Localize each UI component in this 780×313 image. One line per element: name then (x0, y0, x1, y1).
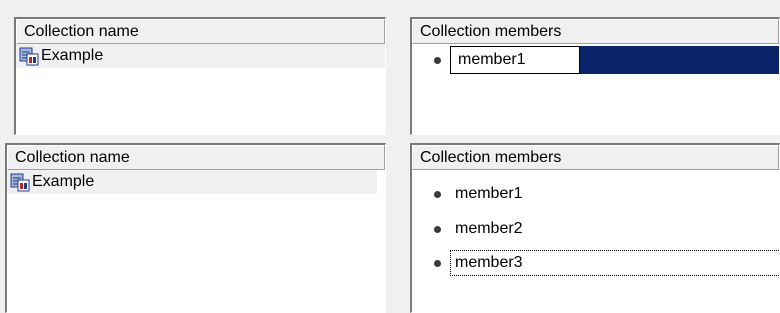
bottom-collection-members-panel[interactable]: Collection members member1 member2 membe… (410, 143, 780, 313)
collection-members-column-header[interactable]: Collection members (412, 145, 779, 170)
member-list-item-focused[interactable]: member3 (412, 249, 779, 277)
bullet-icon (434, 56, 441, 64)
bullet-icon (434, 225, 441, 233)
member-list-item-editing[interactable] (412, 46, 779, 74)
member-label: member2 (455, 220, 523, 237)
collection-name-column-header[interactable]: Collection name (16, 19, 385, 44)
top-collection-members-panel[interactable]: Collection members (410, 17, 780, 135)
bottom-collection-name-panel[interactable]: Collection name Example (5, 143, 386, 313)
bullet-icon (434, 259, 441, 267)
collection-icon (10, 173, 30, 192)
selection-highlight (578, 46, 779, 74)
collection-name-column-header[interactable]: Collection name (7, 145, 385, 170)
collection-icon (19, 47, 39, 66)
member-list-item[interactable]: member1 (412, 180, 779, 208)
collection-item-label: Example (32, 173, 95, 190)
bullet-icon (434, 190, 441, 198)
focus-rectangle (450, 250, 779, 276)
member-name-edit-input[interactable] (450, 46, 580, 74)
collection-members-column-header[interactable]: Collection members (412, 19, 779, 44)
top-collection-name-panel[interactable]: Collection name Example (14, 17, 386, 135)
member-label: member1 (455, 185, 523, 202)
collection-item-label: Example (41, 47, 104, 64)
collection-list-item[interactable]: Example (16, 44, 385, 68)
member-list-item[interactable]: member2 (412, 215, 779, 243)
collection-list-item[interactable]: Example (7, 170, 377, 194)
